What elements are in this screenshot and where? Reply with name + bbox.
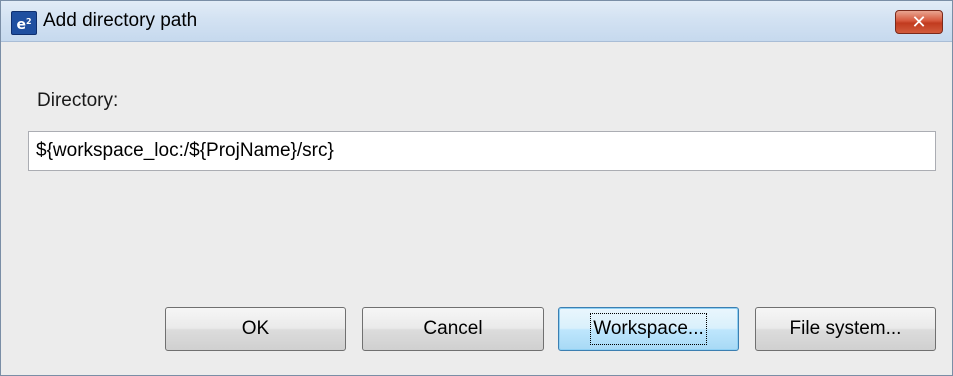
workspace-button-label: Workspace... — [590, 313, 707, 345]
add-directory-dialog: e2 Add directory path ✕ Directory: OK Ca… — [0, 0, 953, 376]
directory-input[interactable] — [28, 131, 936, 171]
ok-button[interactable]: OK — [165, 307, 346, 351]
close-icon: ✕ — [911, 12, 927, 33]
window-title: Add directory path — [43, 10, 198, 31]
cancel-button[interactable]: Cancel — [362, 307, 544, 351]
close-button[interactable]: ✕ — [895, 10, 943, 34]
file-system-button[interactable]: File system... — [755, 307, 936, 351]
directory-label: Directory: — [37, 90, 119, 111]
title-bar[interactable]: e2 Add directory path ✕ — [1, 1, 952, 42]
workspace-button[interactable]: Workspace... — [558, 307, 739, 351]
app-icon: e2 — [11, 11, 37, 35]
